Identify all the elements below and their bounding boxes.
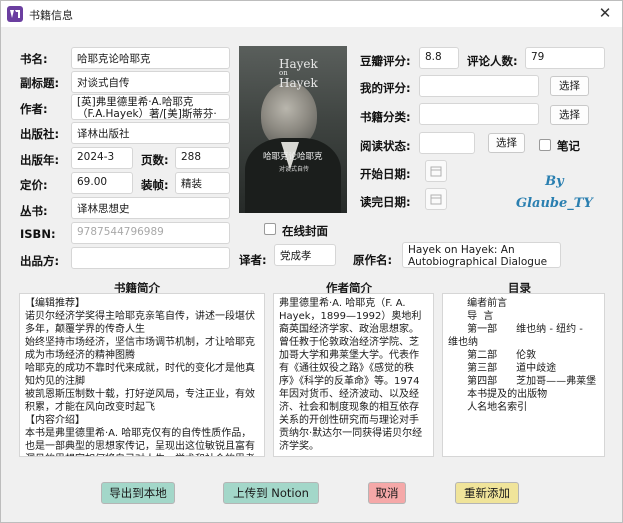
summary-textbox[interactable]: 【编辑推荐】 诺贝尔经济学奖得主哈耶克亲笔自传，讲述一段堪伏多年，颠覆学界的传奇… bbox=[19, 293, 265, 457]
author-signature: By Glaube_TY bbox=[516, 171, 593, 215]
translator-field[interactable]: 党成孝 bbox=[274, 244, 336, 266]
translator-label: 译者: bbox=[239, 253, 267, 267]
binding-field[interactable]: 精装 bbox=[175, 172, 230, 194]
author-bio-textbox[interactable]: 弗里德里希·A. 哈耶克（F. A. Hayek，1899—1992）奥地利裔英… bbox=[273, 293, 434, 457]
review-count-label: 评论人数: bbox=[467, 54, 518, 68]
close-icon[interactable]: ✕ bbox=[588, 1, 622, 27]
category-label: 书籍分类: bbox=[360, 110, 411, 124]
online-cover-checkbox[interactable] bbox=[264, 223, 276, 235]
author-field[interactable]: [英]弗里德里希·A.哈耶克（F.A.Hayek）著/[美]斯蒂芬·克雷 bbox=[71, 94, 230, 120]
app-logo-icon bbox=[7, 6, 23, 22]
price-field[interactable]: 69.00 bbox=[71, 172, 133, 194]
summary-line: 始终坚持市场经济，坚信市场调节机制，才让哈耶克成为市场经济的精神图腾 bbox=[25, 337, 255, 361]
title-field[interactable]: 哈耶克论哈耶克 bbox=[71, 47, 230, 69]
category-field[interactable] bbox=[419, 103, 539, 125]
re-add-button[interactable]: 重新添加 bbox=[455, 482, 519, 504]
calendar-icon bbox=[430, 166, 442, 177]
binding-label: 装帧: bbox=[141, 178, 169, 192]
my-rating-label: 我的评分: bbox=[360, 81, 411, 95]
select-rating-button[interactable]: 选择 bbox=[550, 76, 589, 96]
cover-chinese-subtitle: 对谈式自传 bbox=[279, 166, 310, 173]
select-status-button[interactable]: 选择 bbox=[488, 133, 525, 153]
start-date-picker[interactable] bbox=[425, 160, 447, 182]
online-cover-label: 在线封面 bbox=[282, 224, 328, 238]
publisher-label: 出版社: bbox=[20, 127, 60, 141]
toc-line: 编者前言 bbox=[448, 298, 508, 309]
signature-line-2: Glaube_TY bbox=[516, 196, 593, 211]
series-label: 丛书: bbox=[20, 204, 48, 218]
export-local-button[interactable]: 导出到本地 bbox=[101, 482, 175, 504]
end-date-picker[interactable] bbox=[425, 188, 447, 210]
start-date-label: 开始日期: bbox=[360, 167, 411, 181]
publisher-field[interactable]: 译林出版社 bbox=[71, 122, 230, 144]
notes-checkbox[interactable] bbox=[539, 139, 551, 151]
summary-line: 本书是弗里德里希·A. 哈耶克仅有的自传性质作品，也是一部典型的思想家传记，呈现… bbox=[25, 428, 255, 456]
summary-line: 诺贝尔经济学奖得主哈耶克亲笔自传，讲述一段堪伏多年，颠覆学界的传奇人生 bbox=[25, 311, 255, 335]
end-date-label: 读完日期: bbox=[360, 195, 411, 209]
isbn-field[interactable]: 9787544796989 bbox=[71, 222, 230, 244]
toc-line: 第一部 维也纳 - 纽约 - bbox=[448, 324, 587, 335]
summary-line: 【内容介绍】 bbox=[25, 415, 85, 426]
isbn-label: ISBN: bbox=[20, 227, 56, 241]
cover-title-line-3: Hayek bbox=[279, 76, 318, 90]
pages-label: 页数: bbox=[141, 153, 169, 167]
notes-label: 笔记 bbox=[557, 139, 580, 153]
author-label: 作者: bbox=[20, 102, 48, 116]
summary-line: 哈耶克的成功不靠时代来成就，时代的变化才是他真知灼见的注脚 bbox=[25, 363, 255, 387]
series-field[interactable]: 译林思想史 bbox=[71, 197, 230, 219]
window-title: 书籍信息 bbox=[29, 9, 73, 22]
douban-rating-label: 豆瓣评分: bbox=[360, 54, 411, 68]
original-title-label: 原作名: bbox=[353, 253, 393, 267]
review-count-field[interactable]: 79 bbox=[525, 47, 605, 69]
douban-rating-field[interactable]: 8.8 bbox=[419, 47, 459, 69]
toc-line: 人名地名索引 bbox=[448, 402, 528, 413]
title-label: 书名: bbox=[20, 52, 48, 66]
signature-line-1: By bbox=[545, 174, 564, 189]
my-rating-field[interactable] bbox=[419, 75, 539, 97]
cancel-button[interactable]: 取消 bbox=[368, 482, 406, 504]
pub-year-field[interactable]: 2024-3 bbox=[71, 147, 133, 169]
producer-label: 出品方: bbox=[20, 254, 60, 268]
summary-line: 被凯恩斯压制数十载，打好逆风局，专注正业，有效积累，才能在风向改变时起飞 bbox=[25, 389, 255, 413]
subtitle-label: 副标题: bbox=[20, 76, 60, 90]
cover-english-title: Hayek on Hayek bbox=[279, 58, 318, 89]
subtitle-field[interactable]: 对谈式自传 bbox=[71, 71, 230, 93]
original-title-field[interactable]: Hayek on Hayek: An Autobiographical Dial… bbox=[402, 242, 561, 268]
book-info-window: 书籍信息 ✕ 书名: 哈耶克论哈耶克 副标题: 对谈式自传 作者: [英]弗里德… bbox=[0, 0, 623, 523]
cover-chinese-title: 哈耶克论哈耶克 bbox=[263, 152, 323, 162]
toc-line: 第三部 道中歧途 bbox=[448, 363, 557, 374]
author-bio-text: 弗里德里希·A. 哈耶克（F. A. Hayek，1899—1992）奥地利裔英… bbox=[279, 298, 423, 452]
pub-year-label: 出版年: bbox=[20, 153, 60, 167]
calendar-icon bbox=[430, 194, 442, 205]
summary-line: 【编辑推荐】 bbox=[25, 298, 85, 309]
pages-field[interactable]: 288 bbox=[175, 147, 230, 169]
toc-textbox[interactable]: 编者前言 导 言 第一部 维也纳 - 纽约 - 维也纳 第二部 伦敦 第三部 道… bbox=[442, 293, 605, 457]
toc-line: 本书提及的出版物 bbox=[448, 389, 548, 400]
toc-line: 第四部 芝加哥——弗莱堡 bbox=[448, 376, 597, 387]
toc-line: 导 言 bbox=[448, 311, 494, 322]
select-category-button[interactable]: 选择 bbox=[550, 105, 589, 125]
reading-status-label: 阅读状态: bbox=[360, 139, 411, 153]
title-bar: 书籍信息 ✕ bbox=[1, 1, 622, 27]
toc-line: 第二部 伦敦 bbox=[448, 350, 537, 361]
book-cover-image: Hayek on Hayek 哈耶克论哈耶克 对谈式自传 bbox=[239, 46, 347, 213]
reading-status-field[interactable] bbox=[419, 132, 475, 154]
price-label: 定价: bbox=[20, 178, 48, 192]
upload-notion-button[interactable]: 上传到 Notion bbox=[223, 482, 319, 504]
toc-line: 维也纳 bbox=[448, 337, 478, 348]
producer-field[interactable] bbox=[71, 247, 230, 269]
